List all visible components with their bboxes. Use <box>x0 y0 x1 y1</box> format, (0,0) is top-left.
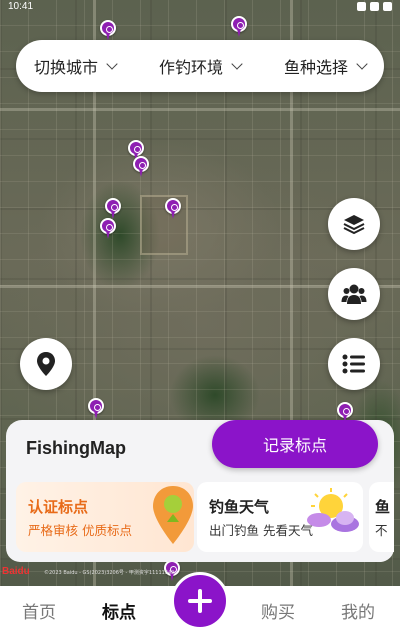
fishing-weather-card[interactable]: 钓鱼天气 出门钓鱼 先看天气 <box>197 482 363 552</box>
plus-icon <box>188 589 212 613</box>
record-spot-button[interactable]: 记录标点 <box>212 420 378 468</box>
list-icon <box>342 354 365 374</box>
map-copyright: ©2023 Baidu - GS(2023)3206号 - 甲测资字111113… <box>44 570 175 576</box>
list-button[interactable] <box>328 338 380 390</box>
layers-icon <box>343 215 365 235</box>
certified-spots-card[interactable]: 认证标点 严格审核 优质标点 <box>16 482 194 552</box>
card-subtitle: 出门钓鱼 先看天气 <box>209 523 313 538</box>
add-button[interactable] <box>171 572 229 630</box>
app-brand: FishingMap <box>26 438 126 458</box>
status-time: 10:41 <box>8 1 34 12</box>
filter-city-label: 切换城市 <box>34 58 99 77</box>
card-title: 鱼 <box>375 498 391 516</box>
fishing-pin[interactable] <box>100 218 116 240</box>
more-card[interactable]: 鱼 不 <box>369 482 394 552</box>
weather-icon <box>307 488 359 532</box>
map-road <box>0 108 400 111</box>
filter-city[interactable]: 切换城市 <box>34 54 118 78</box>
nav-home[interactable]: 首页 <box>22 598 56 623</box>
fishing-pin[interactable] <box>105 198 121 220</box>
community-button[interactable] <box>328 268 380 320</box>
community-icon <box>341 284 367 304</box>
certified-pin-icon <box>153 486 193 544</box>
wifi-icon <box>370 2 379 11</box>
filter-bar: 切换城市 作钓环境 鱼种选择 <box>16 40 384 92</box>
nav-buy[interactable]: 购买 <box>261 598 295 623</box>
nav-mine[interactable]: 我的 <box>341 598 375 623</box>
status-icons <box>357 2 392 11</box>
card-title: 认证标点 <box>28 498 89 516</box>
filter-environment-label: 作钓环境 <box>158 58 223 77</box>
filter-fish-species-label: 鱼种选择 <box>283 58 348 77</box>
location-icon <box>37 352 55 376</box>
card-title: 钓鱼天气 <box>209 498 270 516</box>
chevron-down-icon <box>356 58 368 70</box>
fishing-pin[interactable] <box>231 16 247 38</box>
fishing-pin[interactable] <box>88 398 104 420</box>
locate-button[interactable] <box>20 338 72 390</box>
layers-button[interactable] <box>328 198 380 250</box>
card-subtitle: 严格审核 优质标点 <box>28 523 132 538</box>
baidu-logo: Baidu <box>2 566 30 577</box>
filter-fish-species[interactable]: 鱼种选择 <box>283 54 368 78</box>
chevron-down-icon <box>106 58 118 70</box>
signal-icon <box>357 2 366 11</box>
status-bar: 10:41 <box>0 0 400 16</box>
fishing-pin[interactable] <box>165 198 181 220</box>
filter-environment[interactable]: 作钓环境 <box>158 54 243 78</box>
fishing-pin[interactable] <box>133 156 149 178</box>
nav-spots[interactable]: 标点 <box>102 598 136 623</box>
card-subtitle: 不 <box>375 523 388 538</box>
battery-icon <box>383 2 392 11</box>
chevron-down-icon <box>231 58 243 70</box>
fishing-pin[interactable] <box>100 20 116 42</box>
